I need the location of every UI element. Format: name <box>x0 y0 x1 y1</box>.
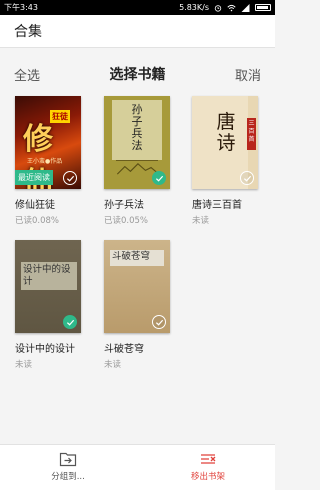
cover-tag: 三百首 <box>247 118 256 150</box>
book-title: 斗破苍穹 <box>104 344 144 355</box>
book-progress: 已读0.08% <box>15 216 60 226</box>
select-checkbox[interactable] <box>63 315 77 329</box>
status-right: 5.83K/s <box>179 3 271 12</box>
cover-author: 王小蛮●作品 <box>27 158 63 165</box>
book-item[interactable]: 设计中的设计 设计中的设计 未读 <box>15 240 87 370</box>
select-bar: 全选 选择书籍 取消 <box>0 60 275 88</box>
cover-title-art: 唐诗 <box>216 111 236 154</box>
cover-tag: 狂徒 <box>50 110 70 123</box>
remove-from-shelf-button[interactable]: 移出书架 <box>168 451 248 482</box>
landscape-art <box>116 160 158 175</box>
check-icon <box>66 319 74 326</box>
book-progress: 未读 <box>104 360 122 370</box>
shelf-remove-icon <box>201 454 216 464</box>
select-checkbox[interactable] <box>240 171 254 185</box>
remove-from-shelf-label: 移出书架 <box>190 472 225 482</box>
book-title: 孙子兵法 <box>104 200 144 211</box>
check-icon <box>155 175 163 182</box>
book-title: 唐诗三百首 <box>192 200 242 211</box>
wifi-icon <box>227 4 236 11</box>
book-item[interactable]: 斗破苍穹 斗破苍穹 未读 <box>104 240 176 370</box>
cancel-button[interactable]: 取消 <box>235 65 261 84</box>
check-icon <box>155 319 163 326</box>
book-cover[interactable]: 设计中的设计 <box>15 240 81 333</box>
recent-read-badge: 最近阅读 <box>15 170 53 185</box>
book-cover[interactable]: 修仙 狂徒 王小蛮●作品 最近阅读 <box>15 96 81 189</box>
book-progress: 未读 <box>192 216 210 226</box>
cover-title-art: 斗破苍穹 <box>112 251 151 262</box>
alarm-icon <box>214 4 222 12</box>
book-item[interactable]: 唐诗 三百首 唐诗三百首 未读 <box>192 96 264 226</box>
book-cover[interactable]: 孙子兵法 <box>104 96 170 189</box>
folder-arrow-icon <box>59 452 77 467</box>
check-icon <box>243 175 251 182</box>
select-all-button[interactable]: 全选 <box>14 65 40 84</box>
signal-icon <box>241 3 250 12</box>
select-checkbox[interactable] <box>152 315 166 329</box>
check-icon <box>66 175 74 182</box>
select-books-title: 选择书籍 <box>109 67 166 83</box>
cover-title-art: 设计中的设计 <box>23 264 71 287</box>
status-bar: 下午3:43 5.83K/s <box>0 0 275 15</box>
book-title: 修仙狂徒 <box>15 200 55 211</box>
cover-title-art: 孙子兵法 <box>131 103 143 152</box>
header: 合集 <box>0 15 275 48</box>
book-progress: 未读 <box>15 360 33 370</box>
status-time: 下午3:43 <box>4 3 38 12</box>
book-cover[interactable]: 唐诗 三百首 <box>192 96 258 189</box>
battery-icon <box>255 4 271 11</box>
book-item[interactable]: 修仙 狂徒 王小蛮●作品 最近阅读 修仙狂徒 已读0.08% <box>15 96 87 226</box>
book-progress: 已读0.05% <box>104 216 149 226</box>
book-cover[interactable]: 斗破苍穹 <box>104 240 170 333</box>
book-item[interactable]: 孙子兵法 孙子兵法 已读0.05% <box>104 96 176 226</box>
select-checkbox[interactable] <box>152 171 166 185</box>
network-speed: 5.83K/s <box>179 3 209 12</box>
select-checkbox[interactable] <box>63 171 77 185</box>
move-to-group-button[interactable]: 分组到... <box>28 451 108 482</box>
book-title: 设计中的设计 <box>15 344 75 355</box>
page-title: 合集 <box>14 24 42 40</box>
bottom-action-bar: 分组到... 移出书架 <box>0 444 275 490</box>
move-to-group-label: 分组到... <box>51 472 85 482</box>
